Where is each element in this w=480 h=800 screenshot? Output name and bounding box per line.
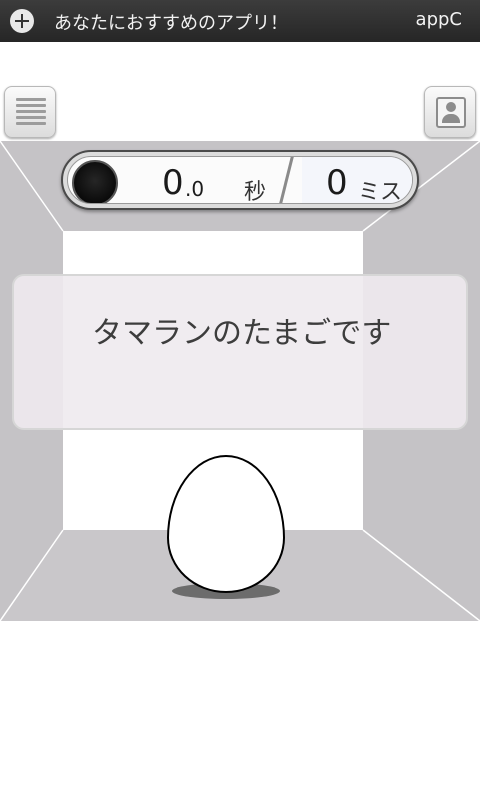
miss-count: 0 (326, 163, 348, 203)
ad-brand: appC (415, 9, 462, 30)
ad-bar[interactable]: あなたにおすすめのアプリ！ appC (0, 0, 480, 42)
message-panel[interactable]: タマランのたまごです (12, 274, 468, 430)
time-fraction: .0 (185, 177, 205, 201)
time-unit: 秒 (244, 180, 267, 204)
ad-text[interactable]: あなたにおすすめのアプリ！ (54, 9, 288, 35)
photo-portrait-icon (436, 97, 466, 128)
menu-lines-icon (16, 98, 46, 128)
separator (276, 157, 295, 203)
record-button[interactable] (72, 160, 118, 203)
miss-unit: ミス (358, 180, 403, 204)
time-value: 0 (162, 163, 184, 203)
message-text: タマランのたまごです (92, 316, 392, 351)
menu-button[interactable] (4, 86, 56, 138)
photo-button[interactable] (424, 86, 476, 138)
score-display: 0 .0 秒 0 ミス (61, 150, 419, 210)
plus-circle-icon[interactable] (10, 9, 34, 33)
